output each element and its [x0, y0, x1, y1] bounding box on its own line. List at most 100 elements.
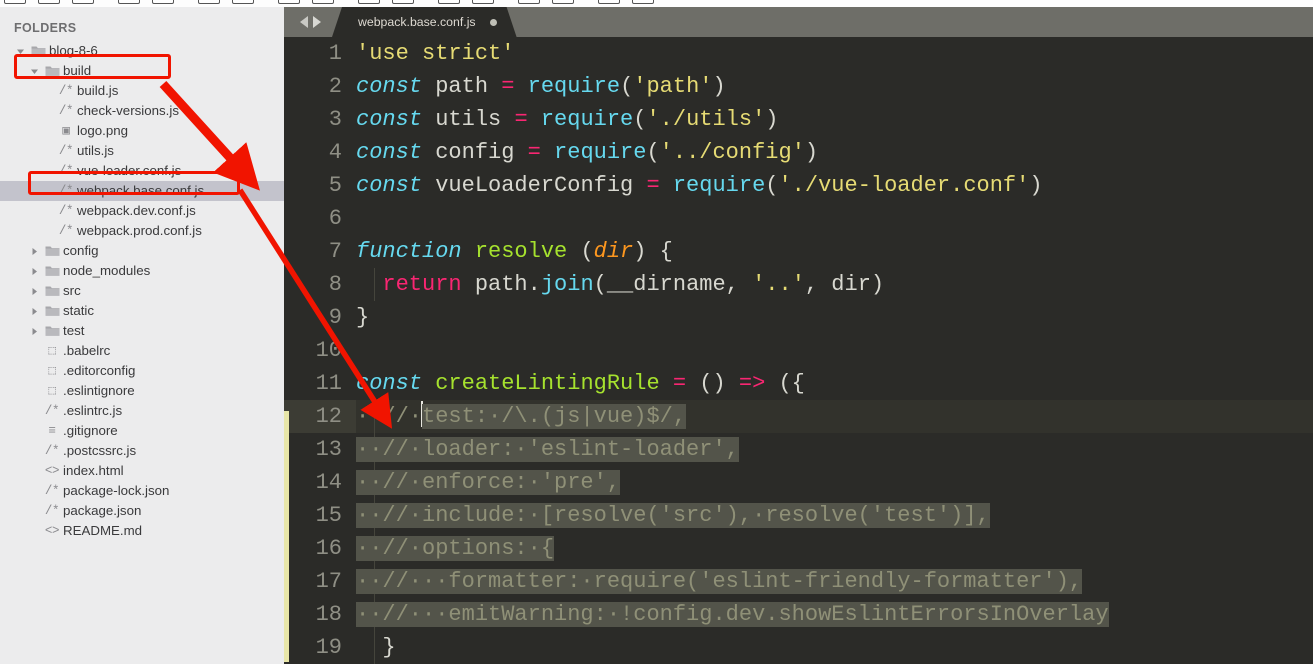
toolbar-icon[interactable]	[38, 0, 60, 4]
sidebar-file-gitignore[interactable]: ≡ .gitignore	[0, 421, 284, 441]
code-text: ··//·test:·/\.(js|vue)$/,	[356, 400, 687, 433]
code-line[interactable]: 13 ··//·loader:·'eslint-loader',	[284, 433, 1313, 466]
code-line[interactable]: 14 ··//·enforce:·'pre',	[284, 466, 1313, 499]
folder-icon	[41, 285, 63, 297]
code-line[interactable]: 7 function resolve (dir) {	[284, 235, 1313, 268]
sidebar-file-webpack-dev-conf-js[interactable]: /* webpack.dev.conf.js	[0, 201, 284, 221]
sidebar-file-vue-loader-conf-js[interactable]: /* vue-loader.conf.js	[0, 161, 284, 181]
code-area[interactable]: 1 'use strict' 2 const path = require('path…	[284, 37, 1313, 664]
file-type-glyph: /*	[58, 164, 74, 178]
toolbar-icon[interactable]	[72, 0, 94, 4]
file-type-glyph: /*	[58, 84, 74, 98]
code-line[interactable]: 6	[284, 202, 1313, 235]
code-line[interactable]: 1 'use strict'	[284, 37, 1313, 70]
js-file-icon: /*	[41, 481, 63, 501]
tab-label: webpack.base.conf.js	[358, 15, 476, 29]
chevron-right-icon[interactable]	[28, 287, 41, 296]
toolbar-icon[interactable]	[632, 0, 654, 4]
js-file-icon: /*	[41, 401, 63, 421]
sidebar-file-babelrc[interactable]: ⬚ .babelrc	[0, 341, 284, 361]
sidebar-folder-static[interactable]: static	[0, 301, 284, 321]
tab-nav-arrows[interactable]	[288, 7, 332, 37]
sidebar-file-webpack-base-conf-js[interactable]: /* webpack.base.conf.js	[0, 181, 284, 201]
sidebar-file-postcssrc-js[interactable]: /* .postcssrc.js	[0, 441, 284, 461]
sidebar-folder-build[interactable]: build	[0, 61, 284, 81]
toolbar-icon[interactable]	[278, 0, 300, 4]
toolbar-icon[interactable]	[358, 0, 380, 4]
nav-back-icon[interactable]	[299, 16, 308, 28]
sidebar-file-check-versions-js[interactable]: /* check-versions.js	[0, 101, 284, 121]
tab-webpack-base-conf[interactable]: webpack.base.conf.js	[332, 7, 517, 37]
code-line[interactable]: 19 }	[284, 631, 1313, 664]
sidebar-file-editorconfig[interactable]: ⬚ .editorconfig	[0, 361, 284, 381]
folder-icon	[41, 265, 63, 277]
code-line[interactable]: 18 ··//···emitWarning:·!config.dev.showEs…	[284, 598, 1313, 631]
file-sidebar[interactable]: FOLDERS blog-8-6 build/* build.js/* check-v…	[0, 7, 284, 664]
code-line[interactable]: 4 const config = require('../config')	[284, 136, 1313, 169]
code-line[interactable]: 9}	[284, 301, 1313, 334]
toolbar-icon[interactable]	[472, 0, 494, 4]
toolbar-icon[interactable]	[518, 0, 540, 4]
chevron-right-icon[interactable]	[28, 267, 41, 276]
sidebar-folder-node-modules[interactable]: node_modules	[0, 261, 284, 281]
line-number: 12	[284, 400, 356, 433]
sidebar-item-label: test	[63, 323, 85, 338]
line-number: 9	[328, 305, 342, 330]
toolbar-icon[interactable]	[312, 0, 334, 4]
code-line[interactable]: 2 const path = require('path')	[284, 70, 1313, 103]
toolbar-icon[interactable]	[598, 0, 620, 4]
sidebar-file-build-js[interactable]: /* build.js	[0, 81, 284, 101]
sidebar-file-webpack-prod-conf-js[interactable]: /* webpack.prod.conf.js	[0, 221, 284, 241]
code-line[interactable]: 10	[284, 334, 1313, 367]
code-line[interactable]: 11 const createLintingRule = () => ({	[284, 367, 1313, 400]
sidebar-folder-blog-8-6[interactable]: blog-8-6	[0, 41, 284, 61]
sidebar-file-readme-md[interactable]: <> README.md	[0, 521, 284, 541]
code-line[interactable]: 15 ··//·include:·[resolve('src'),·resolve…	[284, 499, 1313, 532]
sidebar-file-eslintignore[interactable]: ⬚ .eslintignore	[0, 381, 284, 401]
sidebar-item-label: webpack.base.conf.js	[77, 183, 205, 198]
toolbar-icon[interactable]	[152, 0, 174, 4]
toolbar-icon[interactable]	[438, 0, 460, 4]
sidebar-folder-test[interactable]: test	[0, 321, 284, 341]
file-type-glyph: /*	[58, 144, 74, 158]
chevron-down-icon[interactable]	[28, 67, 41, 76]
toolbar-icon[interactable]	[232, 0, 254, 4]
code-line[interactable]: 3 const utils = require('./utils')	[284, 103, 1313, 136]
sidebar-file-package-json[interactable]: /* package.json	[0, 501, 284, 521]
chevron-down-icon[interactable]	[14, 47, 27, 56]
sidebar-file-eslintrc-js[interactable]: /* .eslintrc.js	[0, 401, 284, 421]
chevron-right-icon[interactable]	[28, 247, 41, 256]
toolbar-icon[interactable]	[118, 0, 140, 4]
code-line[interactable]: 17 ··//···formatter:·require('eslint-frie…	[284, 565, 1313, 598]
chevron-right-icon[interactable]	[28, 327, 41, 336]
sidebar-folder-config[interactable]: config	[0, 241, 284, 261]
code-line[interactable]: 12 ··//·test:·/\.(js|vue)$/,	[284, 400, 1313, 433]
code-line[interactable]: 8 return path.join(__dirname, '..', dir)	[284, 268, 1313, 301]
toolbar-icon[interactable]	[392, 0, 414, 4]
file-type-glyph: <>	[44, 524, 60, 538]
sidebar-item-label: build.js	[77, 83, 119, 98]
file-type-glyph: ▣	[62, 124, 70, 138]
code-line[interactable]: 5 const vueLoaderConfig = require('./vue-…	[284, 169, 1313, 202]
code-text: ··//···formatter:·require('eslint-friend…	[356, 569, 1083, 594]
file-type-glyph: <>	[44, 464, 60, 478]
toolbar-icon[interactable]	[198, 0, 220, 4]
sidebar-item-label: package-lock.json	[63, 483, 170, 498]
sidebar-file-utils-js[interactable]: /* utils.js	[0, 141, 284, 161]
tab-bar[interactable]: webpack.base.conf.js	[284, 7, 1313, 37]
toolbar-icon[interactable]	[4, 0, 26, 4]
sidebar-file-logo-png[interactable]: ▣ logo.png	[0, 121, 284, 141]
sidebar-item-label: build	[63, 63, 92, 78]
code-line[interactable]: 16 ··//·options:·{	[284, 532, 1313, 565]
sidebar-item-label: webpack.prod.conf.js	[77, 223, 202, 238]
plain-file-icon: ⬚	[41, 341, 63, 361]
sidebar-file-index-html[interactable]: <> index.html	[0, 461, 284, 481]
chevron-right-icon[interactable]	[28, 307, 41, 316]
sidebar-file-package-lock-json[interactable]: /* package-lock.json	[0, 481, 284, 501]
sidebar-item-label: package.json	[63, 503, 142, 518]
toolbar-icon[interactable]	[552, 0, 574, 4]
sidebar-folder-src[interactable]: src	[0, 281, 284, 301]
nav-forward-icon[interactable]	[312, 16, 321, 28]
sidebar-file-tree[interactable]: blog-8-6 build/* build.js/* check-versions.…	[0, 41, 284, 541]
sidebar-item-label: webpack.dev.conf.js	[77, 203, 196, 218]
